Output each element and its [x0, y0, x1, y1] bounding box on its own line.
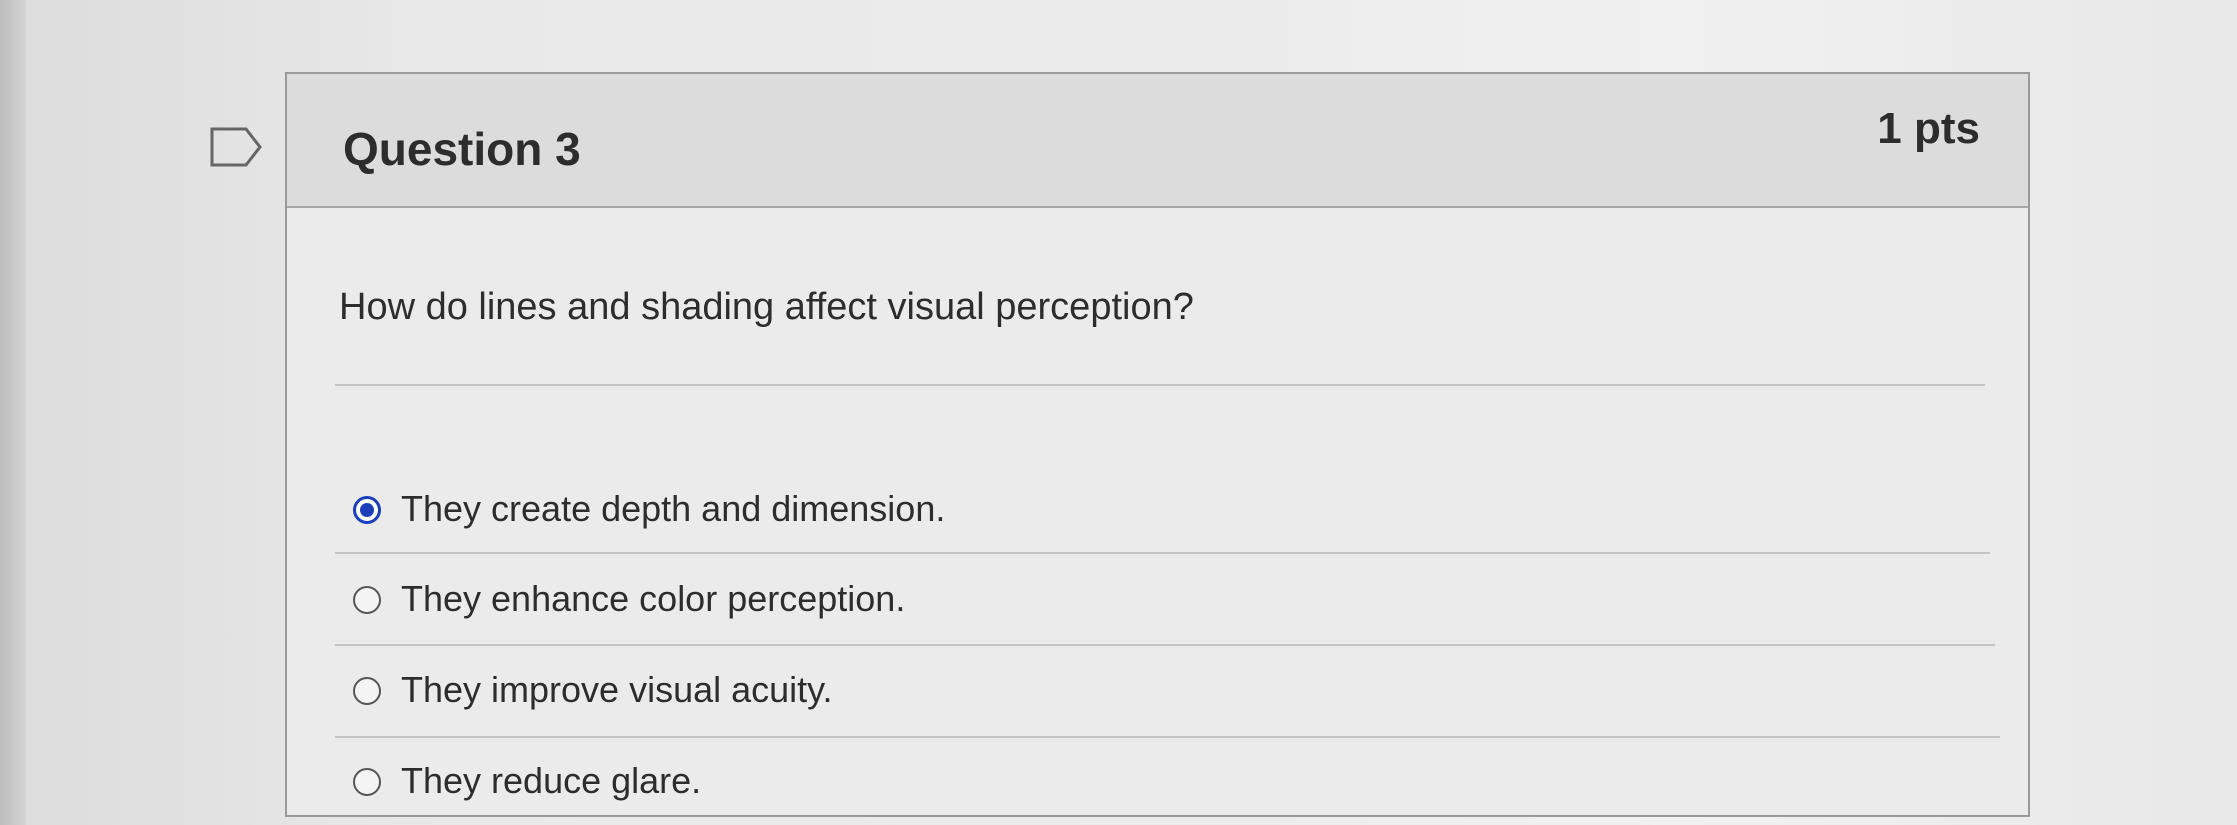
- answer-option-1[interactable]: They create depth and dimension.: [339, 478, 1979, 548]
- radio-button[interactable]: [353, 677, 381, 705]
- answer-option-2[interactable]: They enhance color perception.: [339, 568, 1979, 638]
- radio-button[interactable]: [353, 586, 381, 614]
- divider: [335, 552, 1990, 554]
- answer-label[interactable]: They reduce glare.: [401, 760, 701, 802]
- question-points: 1 pts: [1877, 104, 1980, 153]
- answer-option-3[interactable]: They improve visual acuity.: [339, 659, 1979, 729]
- question-text: How do lines and shading affect visual p…: [339, 286, 1194, 328]
- answer-label[interactable]: They enhance color perception.: [401, 578, 905, 620]
- radio-button[interactable]: [353, 768, 381, 796]
- screen-left-edge: [0, 0, 26, 825]
- question-title: Question 3: [343, 123, 581, 175]
- divider: [335, 736, 2000, 738]
- divider: [335, 644, 1995, 646]
- answer-label[interactable]: They improve visual acuity.: [401, 669, 833, 711]
- radio-button-selected[interactable]: [353, 496, 381, 524]
- question-card: Question 3 1 pts How do lines and shadin…: [285, 72, 2030, 817]
- flag-outline-icon[interactable]: [210, 127, 262, 167]
- divider: [335, 384, 1985, 386]
- answer-option-4[interactable]: They reduce glare.: [339, 750, 1979, 820]
- quiz-page: Question 3 1 pts How do lines and shadin…: [0, 0, 2237, 825]
- answer-label[interactable]: They create depth and dimension.: [401, 488, 945, 530]
- question-header: Question 3 1 pts: [287, 74, 2028, 208]
